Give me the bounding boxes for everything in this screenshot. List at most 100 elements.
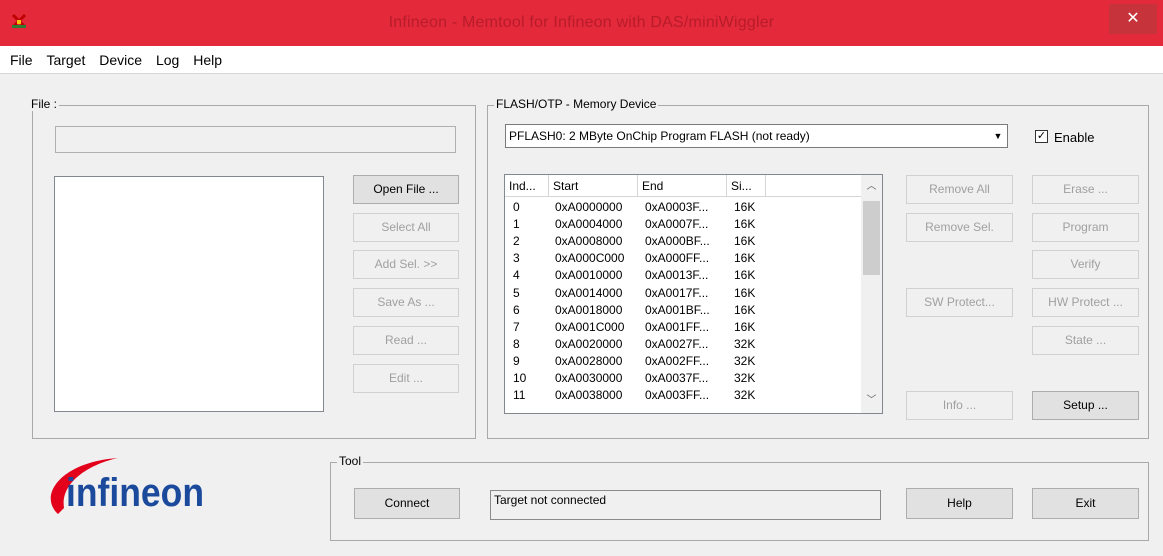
device-select-value: PFLASH0: 2 MByte OnChip Program FLASH (n… (509, 129, 810, 143)
connection-status: Target not connected (490, 490, 881, 520)
cell-end: 0xA001BF... (645, 302, 710, 317)
cell-start: 0xA0000000 (555, 200, 623, 214)
device-select[interactable]: PFLASH0: 2 MByte OnChip Program FLASH (n… (505, 124, 1008, 148)
column-index[interactable]: Ind... (505, 175, 549, 197)
info-button[interactable]: Info ... (906, 391, 1013, 420)
menu-device[interactable]: Device (95, 46, 146, 68)
file-list[interactable] (54, 176, 324, 412)
menu-help[interactable]: Help (189, 46, 226, 68)
cell-size: 16K (734, 217, 756, 232)
cell-start: 0xA0018000 (555, 302, 623, 317)
title-bar: Infineon - Memtool for Infineon with DAS… (0, 0, 1163, 46)
menu-bar: File Target Device Log Help (0, 46, 1163, 74)
remove-all-button[interactable]: Remove All (906, 175, 1013, 204)
cell-index: 3 (513, 251, 520, 266)
cell-size: 16K (734, 268, 756, 283)
cell-index: 10 (513, 371, 527, 385)
table-row[interactable]: 3 0xA000C000 0xA000FF... 16K (505, 252, 861, 265)
select-all-button[interactable]: Select All (353, 213, 459, 242)
cell-size: 32K (734, 336, 756, 351)
cell-end: 0xA0003F... (645, 200, 709, 214)
scroll-down-icon[interactable]: ﹀ (861, 391, 882, 411)
cell-end: 0xA0017F... (645, 285, 709, 300)
table-row[interactable]: 2 0xA0008000 0xA000BF... 16K (505, 235, 861, 248)
cell-start: 0xA000C000 (555, 251, 625, 266)
table-row[interactable]: 7 0xA001C000 0xA001FF... 16K (505, 319, 861, 334)
program-button[interactable]: Program (1032, 213, 1139, 242)
verify-button[interactable]: Verify (1032, 250, 1139, 279)
table-row[interactable]: 4 0xA0010000 0xA0013F... 16K (505, 269, 861, 282)
sector-list[interactable]: Ind... Start End Si... 0 0xA0000000 0xA000… (504, 174, 883, 414)
erase-button[interactable]: Erase ... (1032, 175, 1139, 204)
table-row[interactable]: 11 0xA0038000 0xA003FF... 32K (505, 389, 861, 402)
scroll-thumb[interactable] (863, 201, 880, 275)
column-size[interactable]: Si... (727, 175, 766, 197)
checkmark-icon: ✓ (1036, 130, 1047, 142)
file-path-field (55, 126, 456, 153)
sector-list-scrollbar[interactable]: ︿ ﹀ (861, 175, 882, 413)
table-row[interactable]: 6 0xA0018000 0xA001BF... 16K (505, 302, 861, 317)
cell-index: 9 (513, 353, 520, 368)
cell-end: 0xA000FF... (645, 251, 710, 266)
cell-size: 16K (734, 200, 756, 214)
cell-start: 0xA001C000 (555, 319, 625, 334)
infineon-logo: infineon (50, 458, 204, 515)
save-as-button[interactable]: Save As ... (353, 288, 459, 317)
cell-start: 0xA0004000 (555, 217, 623, 232)
cell-index: 8 (513, 336, 520, 351)
cell-start: 0xA0020000 (555, 336, 623, 351)
scroll-up-icon[interactable]: ︿ (861, 177, 882, 197)
table-row[interactable]: 0 0xA0000000 0xA0003F... 16K (505, 201, 861, 214)
column-end[interactable]: End (638, 175, 727, 197)
cell-size: 32K (734, 388, 756, 403)
cell-end: 0xA002FF... (645, 353, 710, 368)
edit-button[interactable]: Edit ... (353, 364, 459, 393)
read-button[interactable]: Read ... (353, 326, 459, 355)
tool-legend: Tool (337, 454, 364, 468)
table-row[interactable]: 5 0xA0014000 0xA0017F... 16K (505, 285, 861, 300)
hw-protect-button[interactable]: HW Protect ... (1032, 288, 1139, 317)
cell-index: 5 (513, 285, 520, 300)
menu-target[interactable]: Target (42, 46, 89, 68)
table-row[interactable]: 8 0xA0020000 0xA0027F... 32K (505, 336, 861, 351)
column-start[interactable]: Start (549, 175, 638, 197)
open-file-button[interactable]: Open File ... (353, 175, 459, 204)
cell-size: 32K (734, 353, 756, 368)
cell-size: 16K (734, 302, 756, 317)
cell-index: 2 (513, 234, 520, 249)
menu-file[interactable]: File (6, 46, 37, 68)
cell-size: 16K (734, 251, 756, 266)
cell-size: 32K (734, 371, 756, 385)
cell-end: 0xA0007F... (645, 217, 709, 232)
close-button[interactable]: ✕ (1109, 4, 1157, 34)
connect-button[interactable]: Connect (354, 488, 460, 519)
cell-start: 0xA0030000 (555, 371, 623, 385)
cell-size: 16K (734, 319, 756, 334)
enable-checkbox[interactable]: ✓ (1035, 130, 1048, 143)
table-row[interactable]: 1 0xA0004000 0xA0007F... 16K (505, 218, 861, 231)
table-row[interactable]: 9 0xA0028000 0xA002FF... 32K (505, 353, 861, 368)
remove-selection-button[interactable]: Remove Sel. (906, 213, 1013, 242)
sw-protect-button[interactable]: SW Protect... (906, 288, 1013, 317)
cell-index: 6 (513, 302, 520, 317)
table-row[interactable]: 10 0xA0030000 0xA0037F... 32K (505, 372, 861, 385)
state-button[interactable]: State ... (1032, 326, 1139, 355)
setup-button[interactable]: Setup ... (1032, 391, 1139, 420)
cell-end: 0xA0013F... (645, 268, 709, 283)
cell-start: 0xA0008000 (555, 234, 623, 249)
add-selection-button[interactable]: Add Sel. >> (353, 250, 459, 279)
cell-index: 7 (513, 319, 520, 334)
cell-start: 0xA0028000 (555, 353, 623, 368)
memory-device-legend: FLASH/OTP - Memory Device (494, 97, 659, 111)
window-title: Infineon - Memtool for Infineon with DAS… (388, 14, 775, 31)
cell-size: 16K (734, 285, 756, 300)
sector-list-header: Ind... Start End Si... (505, 175, 861, 197)
cell-end: 0xA001FF... (645, 319, 710, 334)
exit-button[interactable]: Exit (1032, 488, 1139, 519)
menu-log[interactable]: Log (152, 46, 183, 68)
chevron-down-icon[interactable]: ▼ (989, 125, 1007, 147)
logo-text: infineon (66, 471, 204, 515)
cell-end: 0xA0027F... (645, 336, 709, 351)
help-button[interactable]: Help (906, 488, 1013, 519)
cell-index: 0 (513, 200, 520, 214)
